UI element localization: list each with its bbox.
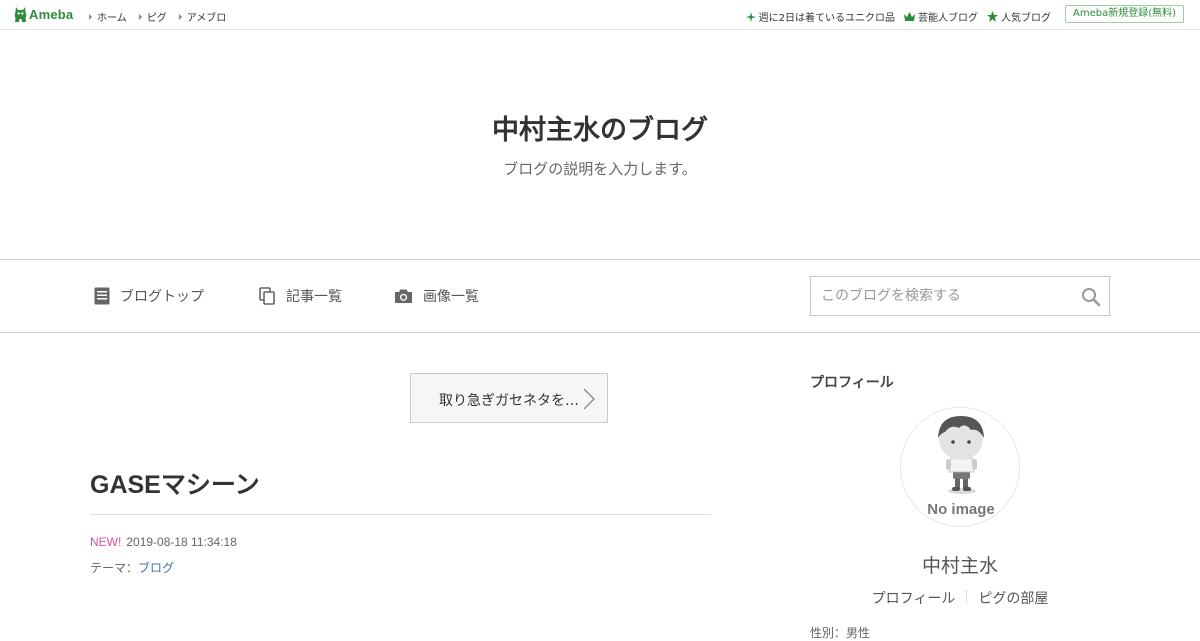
global-nav: ホーム ピグ アメブロ	[89, 9, 238, 24]
avatar[interactable]: No image	[900, 407, 1020, 527]
nav-pigg-link[interactable]: ピグ	[138, 9, 167, 24]
theme-label: テーマ：	[90, 561, 139, 575]
logo-text: Ameba	[29, 7, 74, 22]
nav-image-list[interactable]: 画像一覧	[394, 286, 479, 306]
blog-title[interactable]: 中村主水のブログ	[0, 108, 1200, 147]
promo-popular-label: 人気ブログ	[1001, 13, 1051, 24]
copy-icon	[259, 287, 275, 305]
nav-pigg-label: ピグ	[146, 13, 167, 24]
nav-home-link[interactable]: ホーム	[89, 9, 127, 24]
no-image-avatar-icon: No image	[927, 416, 995, 518]
nav-image-list-label: 画像一覧	[423, 289, 479, 305]
chevron-right-icon	[583, 388, 595, 410]
camera-icon	[395, 289, 412, 303]
entry-theme: テーマ：ブログ	[90, 559, 174, 576]
next-entry-label: 取り急ぎガセネタを…	[439, 393, 579, 409]
profile-link[interactable]: プロフィール	[861, 588, 967, 608]
nav-home-label: ホーム	[97, 13, 127, 24]
entry-title[interactable]: GASEマシーン	[90, 465, 260, 501]
nav-blog-top[interactable]: ブログトップ	[94, 286, 204, 306]
entry-date: 2019-08-18 11:34:18	[126, 535, 237, 549]
arrow-right-icon	[138, 13, 142, 20]
promo-celebrity-link[interactable]: 芸能人ブログ	[904, 9, 978, 24]
arrow-right-icon	[89, 13, 92, 20]
nav-blog-top-label: ブログトップ	[120, 289, 204, 305]
profile-links: プロフィール ピグの部屋	[810, 588, 1110, 608]
entry-meta: NEW! 2019-08-18 11:34:18	[90, 535, 237, 549]
nav-entry-list-label: 記事一覧	[286, 289, 342, 305]
blog-nav: ブログトップ 記事一覧 画像一覧	[0, 259, 1200, 333]
blog-search	[810, 276, 1110, 316]
pigg-room-link[interactable]: ピグの部屋	[967, 588, 1059, 608]
promo-uniqlo-label: 週に2日は着ているユニクロ品	[758, 13, 895, 24]
arrow-right-icon	[178, 13, 182, 20]
promo-uniqlo-link[interactable]: 週に2日は着ているユニクロ品	[745, 9, 895, 24]
nav-entry-list[interactable]: 記事一覧	[259, 286, 342, 306]
signup-button[interactable]: Ameba新規登録(無料)	[1064, 5, 1184, 23]
nav-ameblo-link[interactable]: アメブロ	[178, 9, 227, 24]
global-header: Ameba ホーム ピグ アメブロ 週に2日は着ているユニクロ品 芸能人ブログ …	[0, 0, 1200, 30]
search-input[interactable]	[811, 277, 1071, 315]
document-icon	[94, 287, 110, 305]
profile-name[interactable]: 中村主水	[810, 551, 1110, 578]
promo-popular-link[interactable]: 人気ブログ	[987, 9, 1051, 24]
promo-celebrity-label: 芸能人ブログ	[918, 13, 978, 24]
profile-gender: 性別：男性	[810, 626, 871, 640]
profile-heading: プロフィール	[810, 375, 894, 391]
star-icon	[987, 11, 998, 22]
theme-link[interactable]: ブログ	[138, 561, 174, 575]
crown-icon	[904, 12, 915, 21]
avatar-text: No image	[927, 501, 995, 518]
blog-description: ブログの説明を入力します。	[503, 160, 697, 178]
ameba-mascot-icon	[14, 7, 27, 22]
search-icon[interactable]	[1081, 287, 1101, 307]
sparkle-icon	[745, 11, 756, 22]
nav-ameblo-label: アメブロ	[186, 13, 227, 24]
new-badge: NEW!	[90, 535, 122, 549]
promo-links: 週に2日は着ているユニクロ品 芸能人ブログ 人気ブログ	[745, 9, 1060, 24]
next-entry-button[interactable]: 取り急ぎガセネタを…	[410, 373, 608, 423]
ameba-logo[interactable]: Ameba	[14, 6, 73, 23]
entry-divider	[90, 514, 711, 515]
